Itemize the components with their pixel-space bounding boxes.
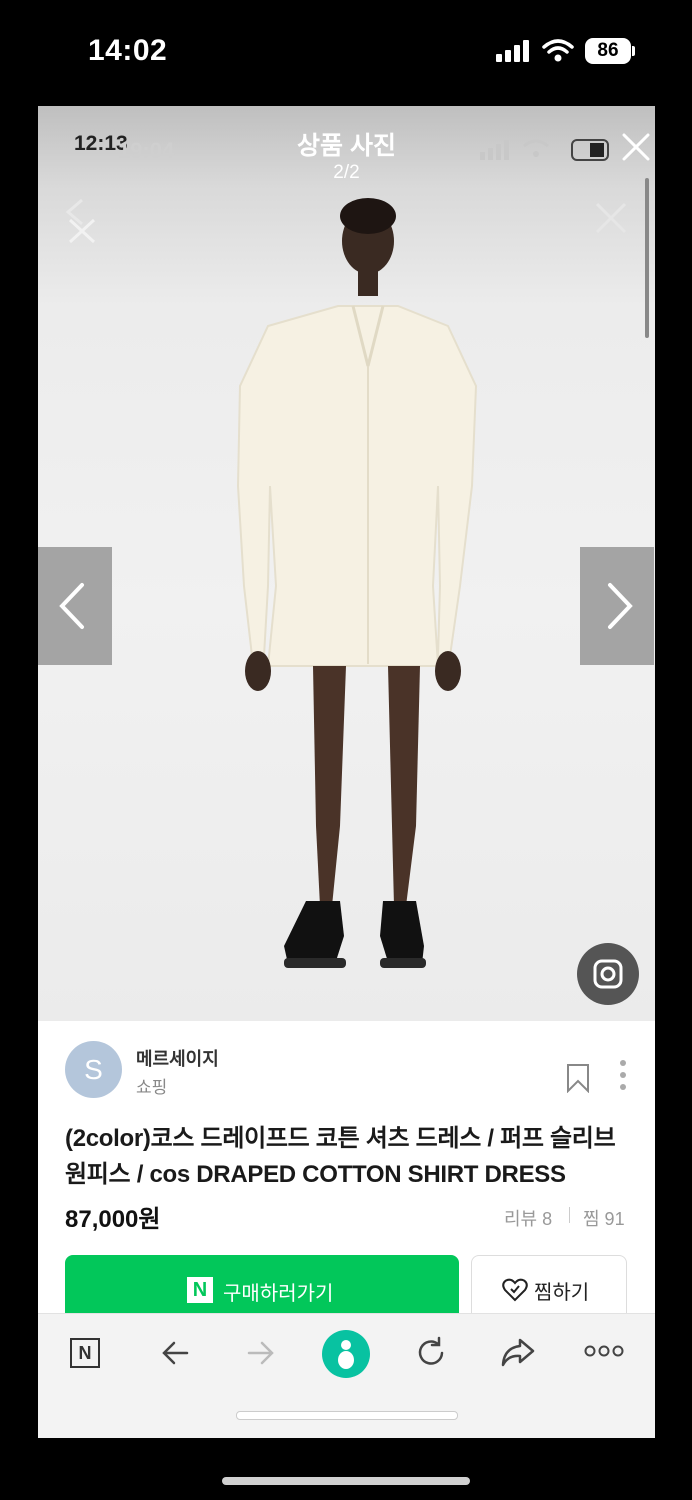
wishlist-button-label: 찜하기 — [534, 1282, 590, 1304]
naver-n-icon: N — [187, 1277, 213, 1303]
cellular-signal-icon — [496, 40, 529, 62]
green-dot-icon — [338, 1340, 354, 1369]
product-title[interactable]: (2color)코스 드레이프드 코튼 셔츠 드레스 / 퍼프 슬리브 원피스 … — [65, 1121, 630, 1193]
green-dot-button[interactable] — [322, 1330, 370, 1378]
ghost-close-icon — [595, 202, 627, 234]
screenshot-frame: 12:13 19:04 상품 사진 2/2 S 메르세이지 쇼핑 (2color… — [38, 106, 655, 1438]
product-price: 87,000원 — [65, 1206, 161, 1233]
previous-image-button[interactable] — [38, 547, 112, 665]
close-icon[interactable] — [621, 132, 651, 162]
scroll-indicator — [645, 178, 649, 338]
chevron-right-icon — [608, 583, 633, 629]
forward-arrow-icon[interactable] — [246, 1338, 276, 1368]
seller-type: 쇼핑 — [136, 1078, 168, 1097]
back-arrow-icon[interactable] — [160, 1338, 190, 1368]
home-indicator — [222, 1477, 470, 1485]
seller-avatar[interactable]: S — [65, 1041, 122, 1098]
product-info-panel: S 메르세이지 쇼핑 (2color)코스 드레이프드 코튼 셔츠 드레스 / … — [38, 1021, 655, 1325]
camera-lens-icon — [593, 959, 623, 989]
buy-button-label: 구매하러가기 — [223, 1283, 334, 1305]
naver-home-button[interactable]: N — [70, 1338, 100, 1368]
more-horizontal-icon[interactable] — [584, 1344, 624, 1358]
divider — [569, 1207, 570, 1223]
refresh-icon[interactable] — [414, 1336, 448, 1370]
review-count[interactable]: 리뷰 8 — [504, 1205, 552, 1231]
product-photo: 12:13 19:04 상품 사진 2/2 — [38, 106, 655, 1021]
chevron-left-icon — [59, 583, 84, 629]
ghost-back-icon — [65, 198, 96, 244]
wifi-icon — [542, 39, 574, 62]
image-counter: 2/2 — [333, 162, 360, 183]
battery-icon: 86 — [585, 38, 631, 64]
status-bar-time: 14:02 — [88, 34, 168, 67]
bookmark-icon[interactable] — [565, 1063, 591, 1093]
like-count: 찜 91 — [583, 1209, 625, 1229]
lens-search-button[interactable] — [577, 943, 639, 1005]
inner-home-indicator — [236, 1411, 458, 1420]
share-icon[interactable] — [500, 1336, 536, 1370]
heart-icon — [502, 1278, 528, 1302]
more-vertical-icon[interactable] — [618, 1059, 628, 1091]
viewer-title: 상품 사진 — [297, 132, 396, 160]
seller-name[interactable]: 메르세이지 — [136, 1045, 219, 1071]
model-figure — [236, 198, 478, 968]
next-image-button[interactable] — [580, 547, 654, 665]
battery-tip — [632, 46, 635, 56]
